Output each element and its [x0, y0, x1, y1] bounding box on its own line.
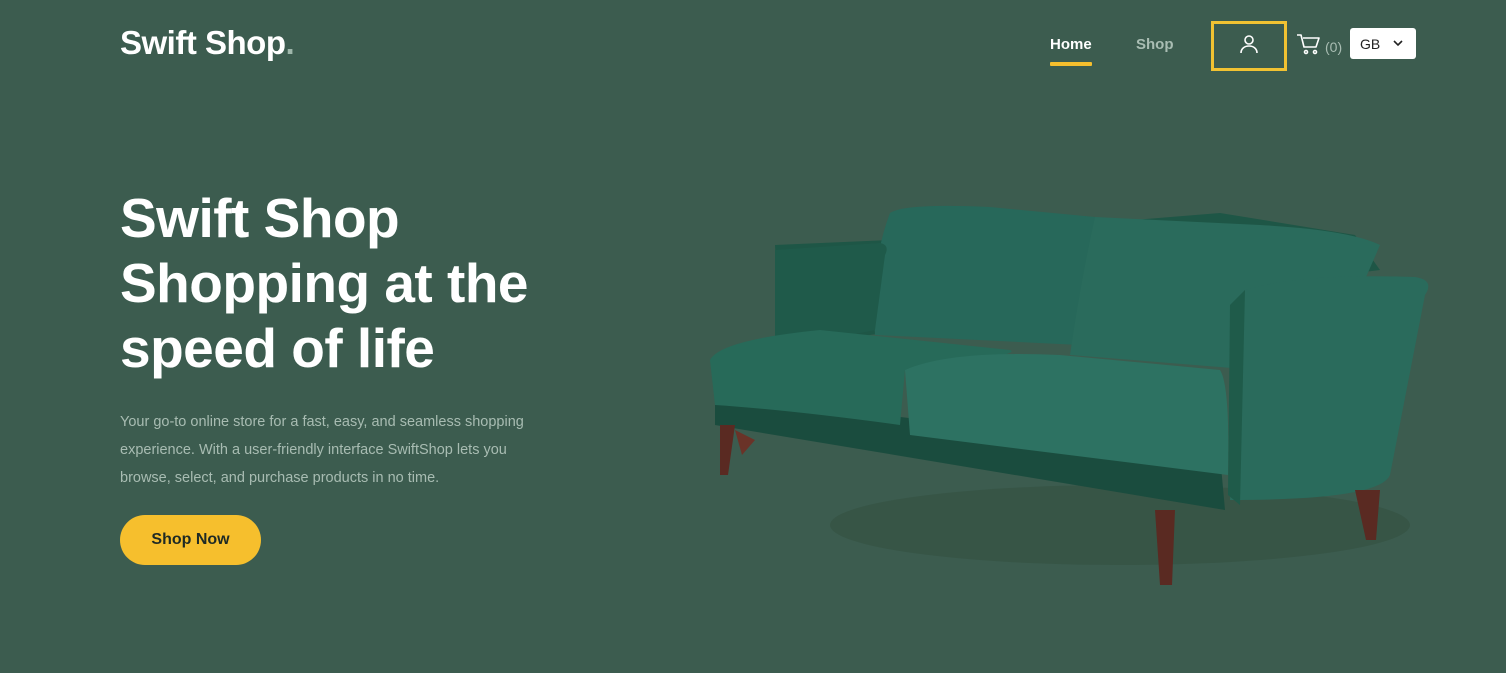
logo-text: Swift Shop	[120, 24, 286, 61]
language-value: GB	[1360, 35, 1381, 52]
logo[interactable]: Swift Shop.	[120, 24, 295, 62]
nav-home-link[interactable]: Home	[1050, 36, 1092, 66]
chevron-down-icon	[1392, 36, 1404, 52]
shop-now-button[interactable]: Shop Now	[120, 515, 261, 565]
hero-description: Your go-to online store for a fast, easy…	[120, 414, 524, 486]
cart-button[interactable]: (0)	[1296, 33, 1342, 60]
cart-count: (0)	[1325, 38, 1343, 55]
nav-shop-link[interactable]: Shop	[1136, 36, 1174, 53]
account-button[interactable]	[1211, 21, 1287, 71]
site-header: Swift Shop. Home Shop (0) GB	[0, 0, 1506, 90]
hero-title-line: Swift Shop	[120, 187, 400, 249]
logo-dot: .	[285, 24, 295, 61]
language-select[interactable]: GB	[1350, 28, 1416, 59]
cart-icon	[1296, 33, 1321, 60]
sofa-image	[700, 195, 1440, 600]
hero-title-line: speed of life	[120, 317, 435, 379]
hero-title: Swift Shop Shopping at the speed of life	[120, 186, 590, 381]
user-icon	[1238, 33, 1260, 60]
hero-title-line: Shopping at the	[120, 252, 529, 314]
